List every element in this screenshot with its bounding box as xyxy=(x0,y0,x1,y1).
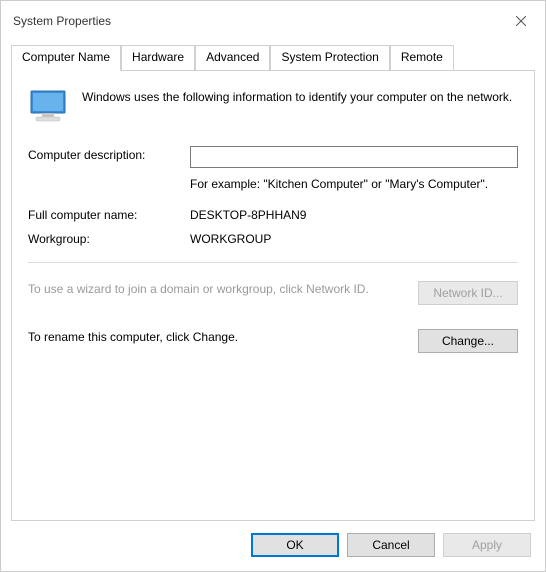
description-example-text: For example: "Kitchen Computer" or "Mary… xyxy=(190,176,518,192)
tab-computer-name[interactable]: Computer Name xyxy=(11,45,121,71)
ok-button[interactable]: OK xyxy=(251,533,339,557)
network-id-button: Network ID... xyxy=(418,281,518,305)
change-row: To rename this computer, click Change. C… xyxy=(28,329,518,353)
tab-area: Computer Name Hardware Advanced System P… xyxy=(1,37,545,521)
computer-description-label: Computer description: xyxy=(28,146,190,162)
apply-button: Apply xyxy=(443,533,531,557)
tab-system-protection[interactable]: System Protection xyxy=(270,45,389,70)
tab-remote[interactable]: Remote xyxy=(390,45,454,70)
cancel-button[interactable]: Cancel xyxy=(347,533,435,557)
full-computer-name-label: Full computer name: xyxy=(28,208,190,222)
computer-description-input[interactable] xyxy=(190,146,518,168)
intro-row: Windows uses the following information t… xyxy=(28,89,518,128)
full-computer-name-row: Full computer name: DESKTOP-8PHHAN9 xyxy=(28,208,518,222)
window-title: System Properties xyxy=(13,14,111,28)
network-id-text: To use a wizard to join a domain or work… xyxy=(28,281,408,298)
dialog-footer: OK Cancel Apply xyxy=(1,521,545,571)
change-button[interactable]: Change... xyxy=(418,329,518,353)
workgroup-row: Workgroup: WORKGROUP xyxy=(28,232,518,246)
close-button[interactable] xyxy=(509,9,533,33)
workgroup-label: Workgroup: xyxy=(28,232,190,246)
workgroup-value: WORKGROUP xyxy=(190,232,518,246)
rename-text: To rename this computer, click Change. xyxy=(28,329,408,346)
computer-icon xyxy=(28,89,68,128)
tab-advanced[interactable]: Advanced xyxy=(195,45,270,70)
computer-description-row: Computer description: xyxy=(28,146,518,168)
tab-hardware[interactable]: Hardware xyxy=(121,45,195,70)
separator xyxy=(28,262,518,263)
network-id-row: To use a wizard to join a domain or work… xyxy=(28,281,518,305)
system-properties-window: System Properties Computer Name Hardware… xyxy=(0,0,546,572)
titlebar: System Properties xyxy=(1,1,545,37)
tab-panel-computer-name: Windows uses the following information t… xyxy=(11,70,535,521)
intro-text: Windows uses the following information t… xyxy=(82,89,518,105)
close-icon xyxy=(516,16,526,26)
tab-strip: Computer Name Hardware Advanced System P… xyxy=(11,45,535,70)
full-computer-name-value: DESKTOP-8PHHAN9 xyxy=(190,208,518,222)
